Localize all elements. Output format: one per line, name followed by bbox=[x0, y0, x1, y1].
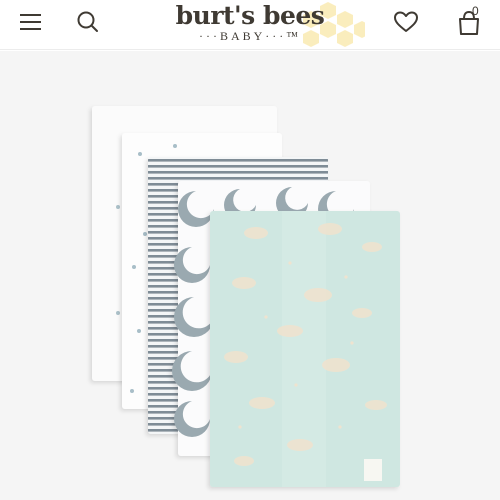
heart-icon bbox=[394, 11, 418, 32]
hamburger-menu-icon bbox=[20, 14, 41, 30]
cloth-aqua-clouds bbox=[210, 211, 400, 487]
wishlist-button[interactable] bbox=[384, 0, 428, 44]
brand-logo[interactable]: burt's bees ···BABY···™ bbox=[150, 0, 365, 50]
search-button[interactable] bbox=[66, 0, 110, 44]
site-header: burt's bees ···BABY···™ 0 bbox=[0, 0, 500, 50]
menu-button[interactable] bbox=[9, 0, 53, 44]
cart-button[interactable]: 0 bbox=[447, 0, 491, 44]
brand-subtitle: ···BABY···™ bbox=[198, 29, 302, 43]
burp-cloths-illustration bbox=[92, 106, 400, 487]
sewn-label bbox=[364, 459, 382, 481]
brand-name: burt's bees bbox=[175, 1, 325, 30]
search-icon bbox=[77, 11, 98, 32]
cart-count-badge: 0 bbox=[472, 4, 479, 18]
product-image[interactable] bbox=[0, 51, 500, 500]
